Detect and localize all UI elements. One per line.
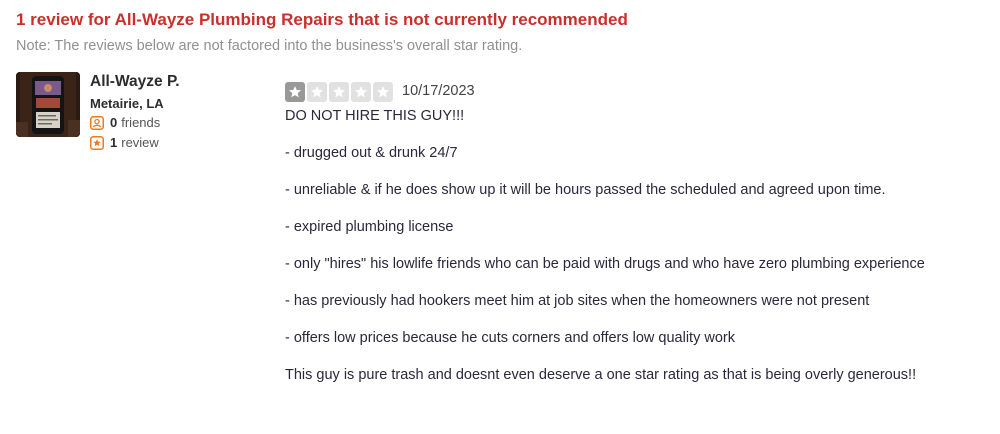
star-empty-icon [307,82,327,102]
avatar[interactable] [16,72,80,137]
reviews-count: 1 [110,135,118,150]
reviews-label: review [121,135,159,150]
page-title: 1 review for All-Wayze Plumbing Repairs … [16,10,628,29]
review-line: - drugged out & drunk 24/7 [285,145,458,161]
review-line: - only "hires" his lowlife friends who c… [285,256,925,272]
review-line: - has previously had hookers meet him at… [285,293,870,309]
star-rating [285,82,393,102]
star-empty-icon [329,82,349,102]
review-line: This guy is pure trash and doesnt even d… [285,367,917,383]
star-icon [90,135,104,150]
user-location: Metairie, LA [90,96,164,111]
star-empty-icon [373,82,393,102]
star-filled-icon [285,82,305,102]
review-line: DO NOT HIRE THIS GUY!!! [285,108,465,124]
review-line: - unreliable & if he does show up it wil… [285,182,886,198]
rating-note: Note: The reviews below are not factored… [16,38,523,54]
friends-stat: 0 friends [90,115,160,130]
user-name[interactable]: All-Wayze P. [90,73,180,91]
review-line: - expired plumbing license [285,219,454,235]
friends-label: friends [121,115,161,130]
star-empty-icon [351,82,371,102]
reviews-stat: 1 review [90,135,159,150]
friends-icon [90,115,104,130]
friends-count: 0 [110,115,118,130]
review-line: - offers low prices because he cuts corn… [285,330,735,346]
review-date: 10/17/2023 [402,83,475,99]
